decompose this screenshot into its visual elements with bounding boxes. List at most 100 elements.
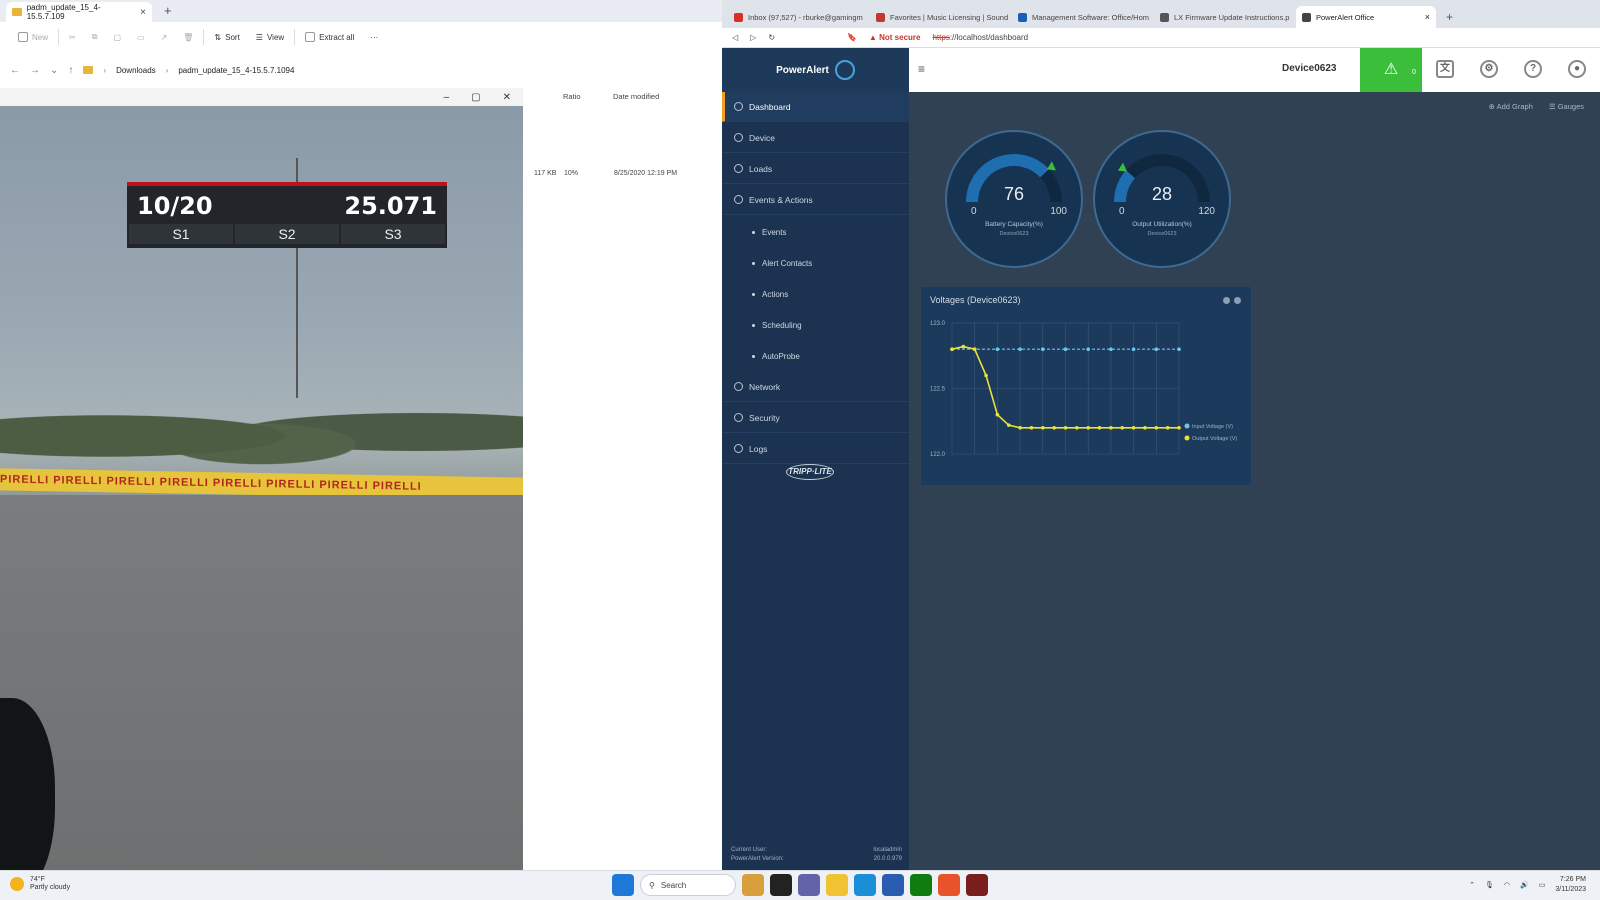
breadcrumb-downloads[interactable]: Downloads: [116, 66, 156, 75]
windows-start-icon[interactable]: [612, 874, 634, 896]
gauge-min: 0: [1119, 206, 1125, 217]
paste-icon[interactable]: ▢: [107, 27, 127, 47]
add-graph-button[interactable]: ⊕ Add Graph: [1489, 102, 1533, 111]
chevron-up-icon[interactable]: ⌃: [1469, 881, 1475, 889]
minimize-icon[interactable]: –: [444, 92, 450, 103]
weather-widget[interactable]: 74°F Partly cloudy: [10, 876, 70, 892]
brave-icon[interactable]: [938, 874, 960, 896]
data-point: [1086, 347, 1090, 351]
widgets-icon[interactable]: [742, 874, 764, 896]
file-explorer-icon[interactable]: [826, 874, 848, 896]
sidebar-subitem-events[interactable]: Events: [722, 217, 909, 247]
share-icon[interactable]: ↗: [155, 27, 174, 47]
breadcrumb-folder[interactable]: padm_update_15_4-15.5.7.1094: [178, 66, 294, 75]
cut-icon[interactable]: ✂: [63, 27, 82, 47]
voltages-line-chart: 123.0 122.5 122.0 Input Voltage (V) Output V…: [930, 321, 1237, 458]
poweralert-logo[interactable]: PowerAlert: [722, 48, 909, 92]
task-view-icon[interactable]: [770, 874, 792, 896]
browser-tab-music[interactable]: Favorites | Music Licensing | Sound: [870, 6, 1010, 28]
close-tab-icon[interactable]: ×: [140, 7, 146, 18]
battery-icon[interactable]: ▭: [1539, 881, 1546, 889]
delete-icon[interactable]: 🗑: [177, 27, 199, 47]
copy-icon[interactable]: ⧉: [86, 27, 104, 47]
sort-button[interactable]: ⇅ Sort: [208, 27, 245, 47]
sidebar-subitem-autoprobe[interactable]: AutoProbe: [722, 341, 909, 371]
mic-icon[interactable]: 🎙: [1485, 881, 1494, 889]
search-icon: ⚲: [649, 880, 655, 890]
chart-settings-icon[interactable]: [1223, 297, 1230, 304]
sidebar-item-events-actions[interactable]: Events & Actions: [722, 185, 909, 215]
close-tab-icon[interactable]: ×: [1425, 12, 1430, 22]
reload-icon[interactable]: ↻: [768, 33, 775, 42]
data-point: [1086, 426, 1090, 430]
hamburger-menu-icon[interactable]: ≡: [918, 62, 925, 76]
sidebar-item-network[interactable]: Network: [722, 372, 909, 402]
game-app-icon[interactable]: [966, 874, 988, 896]
lap-counter: 10/20: [137, 192, 213, 220]
user-icon[interactable]: ●: [1568, 60, 1586, 78]
rename-icon[interactable]: ▭: [131, 27, 151, 47]
alerts-button[interactable]: ⚠ 0: [1360, 48, 1422, 92]
browser-tab-management[interactable]: Management Software: Office/Hom: [1012, 6, 1152, 28]
weather-text: 74°F Partly cloudy: [30, 876, 71, 891]
edge-icon[interactable]: [854, 874, 876, 896]
sidebar-item-loads[interactable]: Loads: [722, 154, 909, 184]
new-tab-button[interactable]: +: [1438, 10, 1461, 28]
clock[interactable]: 7:26 PM 3/11/2023: [1555, 875, 1586, 895]
chart-close-icon[interactable]: [1234, 297, 1241, 304]
data-point: [984, 373, 988, 378]
browser-tab-firmware[interactable]: LX Firmware Update Instructions.p: [1154, 6, 1294, 28]
shield-icon: [734, 413, 743, 422]
column-ratio[interactable]: Ratio: [563, 92, 581, 101]
extract-all-button[interactable]: Extract all: [299, 27, 360, 47]
taskbar-search[interactable]: ⚲ Search: [640, 874, 736, 896]
wifi-icon[interactable]: ◠: [1504, 881, 1510, 889]
browser-tab-poweralert[interactable]: PowerAlert Office ×: [1296, 6, 1436, 28]
sidebar-item-logs[interactable]: Logs: [722, 434, 909, 464]
url-field[interactable]: https://localhost/dashboard: [932, 33, 1028, 42]
back-icon[interactable]: ◁: [732, 33, 738, 42]
volume-icon[interactable]: 🔊: [1520, 881, 1529, 889]
sidebar-item-dashboard[interactable]: Dashboard: [722, 92, 909, 122]
sidebar-subitem-alert-contacts[interactable]: Alert Contacts: [722, 248, 909, 278]
battery-capacity-gauge[interactable]: 76 0 100 Battery Capacity(%) Device0623: [945, 130, 1083, 268]
explorer-tab[interactable]: padm_update_15_4-15.5.7.109 ×: [6, 2, 152, 22]
recent-chevron-icon[interactable]: ⌄: [50, 65, 58, 76]
new-button[interactable]: New: [12, 27, 54, 47]
sidebar-subitem-scheduling[interactable]: Scheduling: [722, 310, 909, 340]
help-icon[interactable]: ?: [1524, 60, 1542, 78]
file-date: 8/25/2020 12:19 PM: [614, 170, 678, 177]
store-icon[interactable]: [882, 874, 904, 896]
view-button[interactable]: ☰ View: [250, 27, 290, 47]
output-utilization-gauge[interactable]: 28 0 120 Output Utilization(%) Device062…: [1093, 130, 1231, 268]
column-date-modified[interactable]: Date modified: [613, 92, 659, 101]
dashboard-icon: [734, 102, 743, 111]
sidebar-item-security[interactable]: Security: [722, 403, 909, 433]
new-icon: [18, 32, 28, 42]
gauges-button[interactable]: ☰ Gauges: [1549, 102, 1584, 111]
forward-icon[interactable]: ▷: [750, 33, 756, 42]
not-secure-warning[interactable]: ▲ Not secure: [869, 33, 921, 42]
up-arrow-icon[interactable]: ↑: [68, 65, 73, 76]
teams-chat-icon[interactable]: [798, 874, 820, 896]
view-icon: ☰: [255, 32, 263, 42]
bullet: [752, 354, 755, 358]
more-options-button[interactable]: ···: [364, 27, 384, 47]
bookmark-icon[interactable]: 🔖: [847, 33, 857, 42]
back-arrow-icon[interactable]: ←: [10, 65, 20, 76]
sidebar-subitem-actions[interactable]: Actions: [722, 279, 909, 309]
xbox-icon[interactable]: [910, 874, 932, 896]
language-icon[interactable]: 文: [1436, 60, 1454, 78]
device-icon: [734, 133, 743, 142]
sidebar-item-device[interactable]: Device: [722, 123, 909, 153]
data-point: [950, 347, 954, 351]
close-icon[interactable]: ✕: [503, 92, 511, 103]
gear-icon[interactable]: ⚙: [1480, 60, 1498, 78]
forward-arrow-icon[interactable]: →: [30, 65, 40, 76]
logs-icon: [734, 444, 743, 453]
race-track: [0, 495, 523, 870]
new-tab-button[interactable]: +: [164, 3, 172, 18]
browser-tab-gmail[interactable]: Inbox (97,527) - rburke@gamingm: [728, 6, 868, 28]
sector-2: S2: [235, 224, 339, 244]
maximize-icon[interactable]: ▢: [471, 92, 480, 103]
